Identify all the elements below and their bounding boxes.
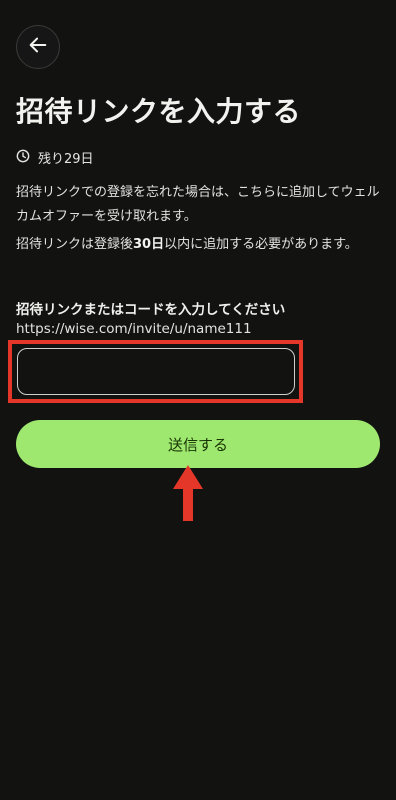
submit-button[interactable]: 送信する [16,420,380,468]
invite-field-label: 招待リンクまたはコードを入力してください [16,302,286,318]
remaining-days: 残り29日 [16,148,94,167]
page-title: 招待リンクを入力する [16,95,302,128]
invite-field-hint: https://wise.com/invite/u/name111 [16,321,252,337]
arrow-up-icon [167,463,209,527]
info-paragraph-2: 招待リンクは登録後30日以内に追加する必要があります。 [16,233,380,257]
invite-link-input[interactable] [17,348,295,395]
info-paragraph-2-end: 以内に追加する必要があります。 [164,237,358,252]
deadline-days: 30日 [133,237,165,252]
back-button[interactable] [16,25,60,69]
remaining-days-text: 残り29日 [38,152,94,167]
arrow-left-icon [27,34,49,60]
info-paragraph-2-start: 招待リンクは登録後 [16,237,134,252]
clock-icon [16,149,38,167]
info-paragraph-1: 招待リンクでの登録を忘れた場合は、こちらに追加してウェルカムオファーを受け取れま… [16,185,380,224]
